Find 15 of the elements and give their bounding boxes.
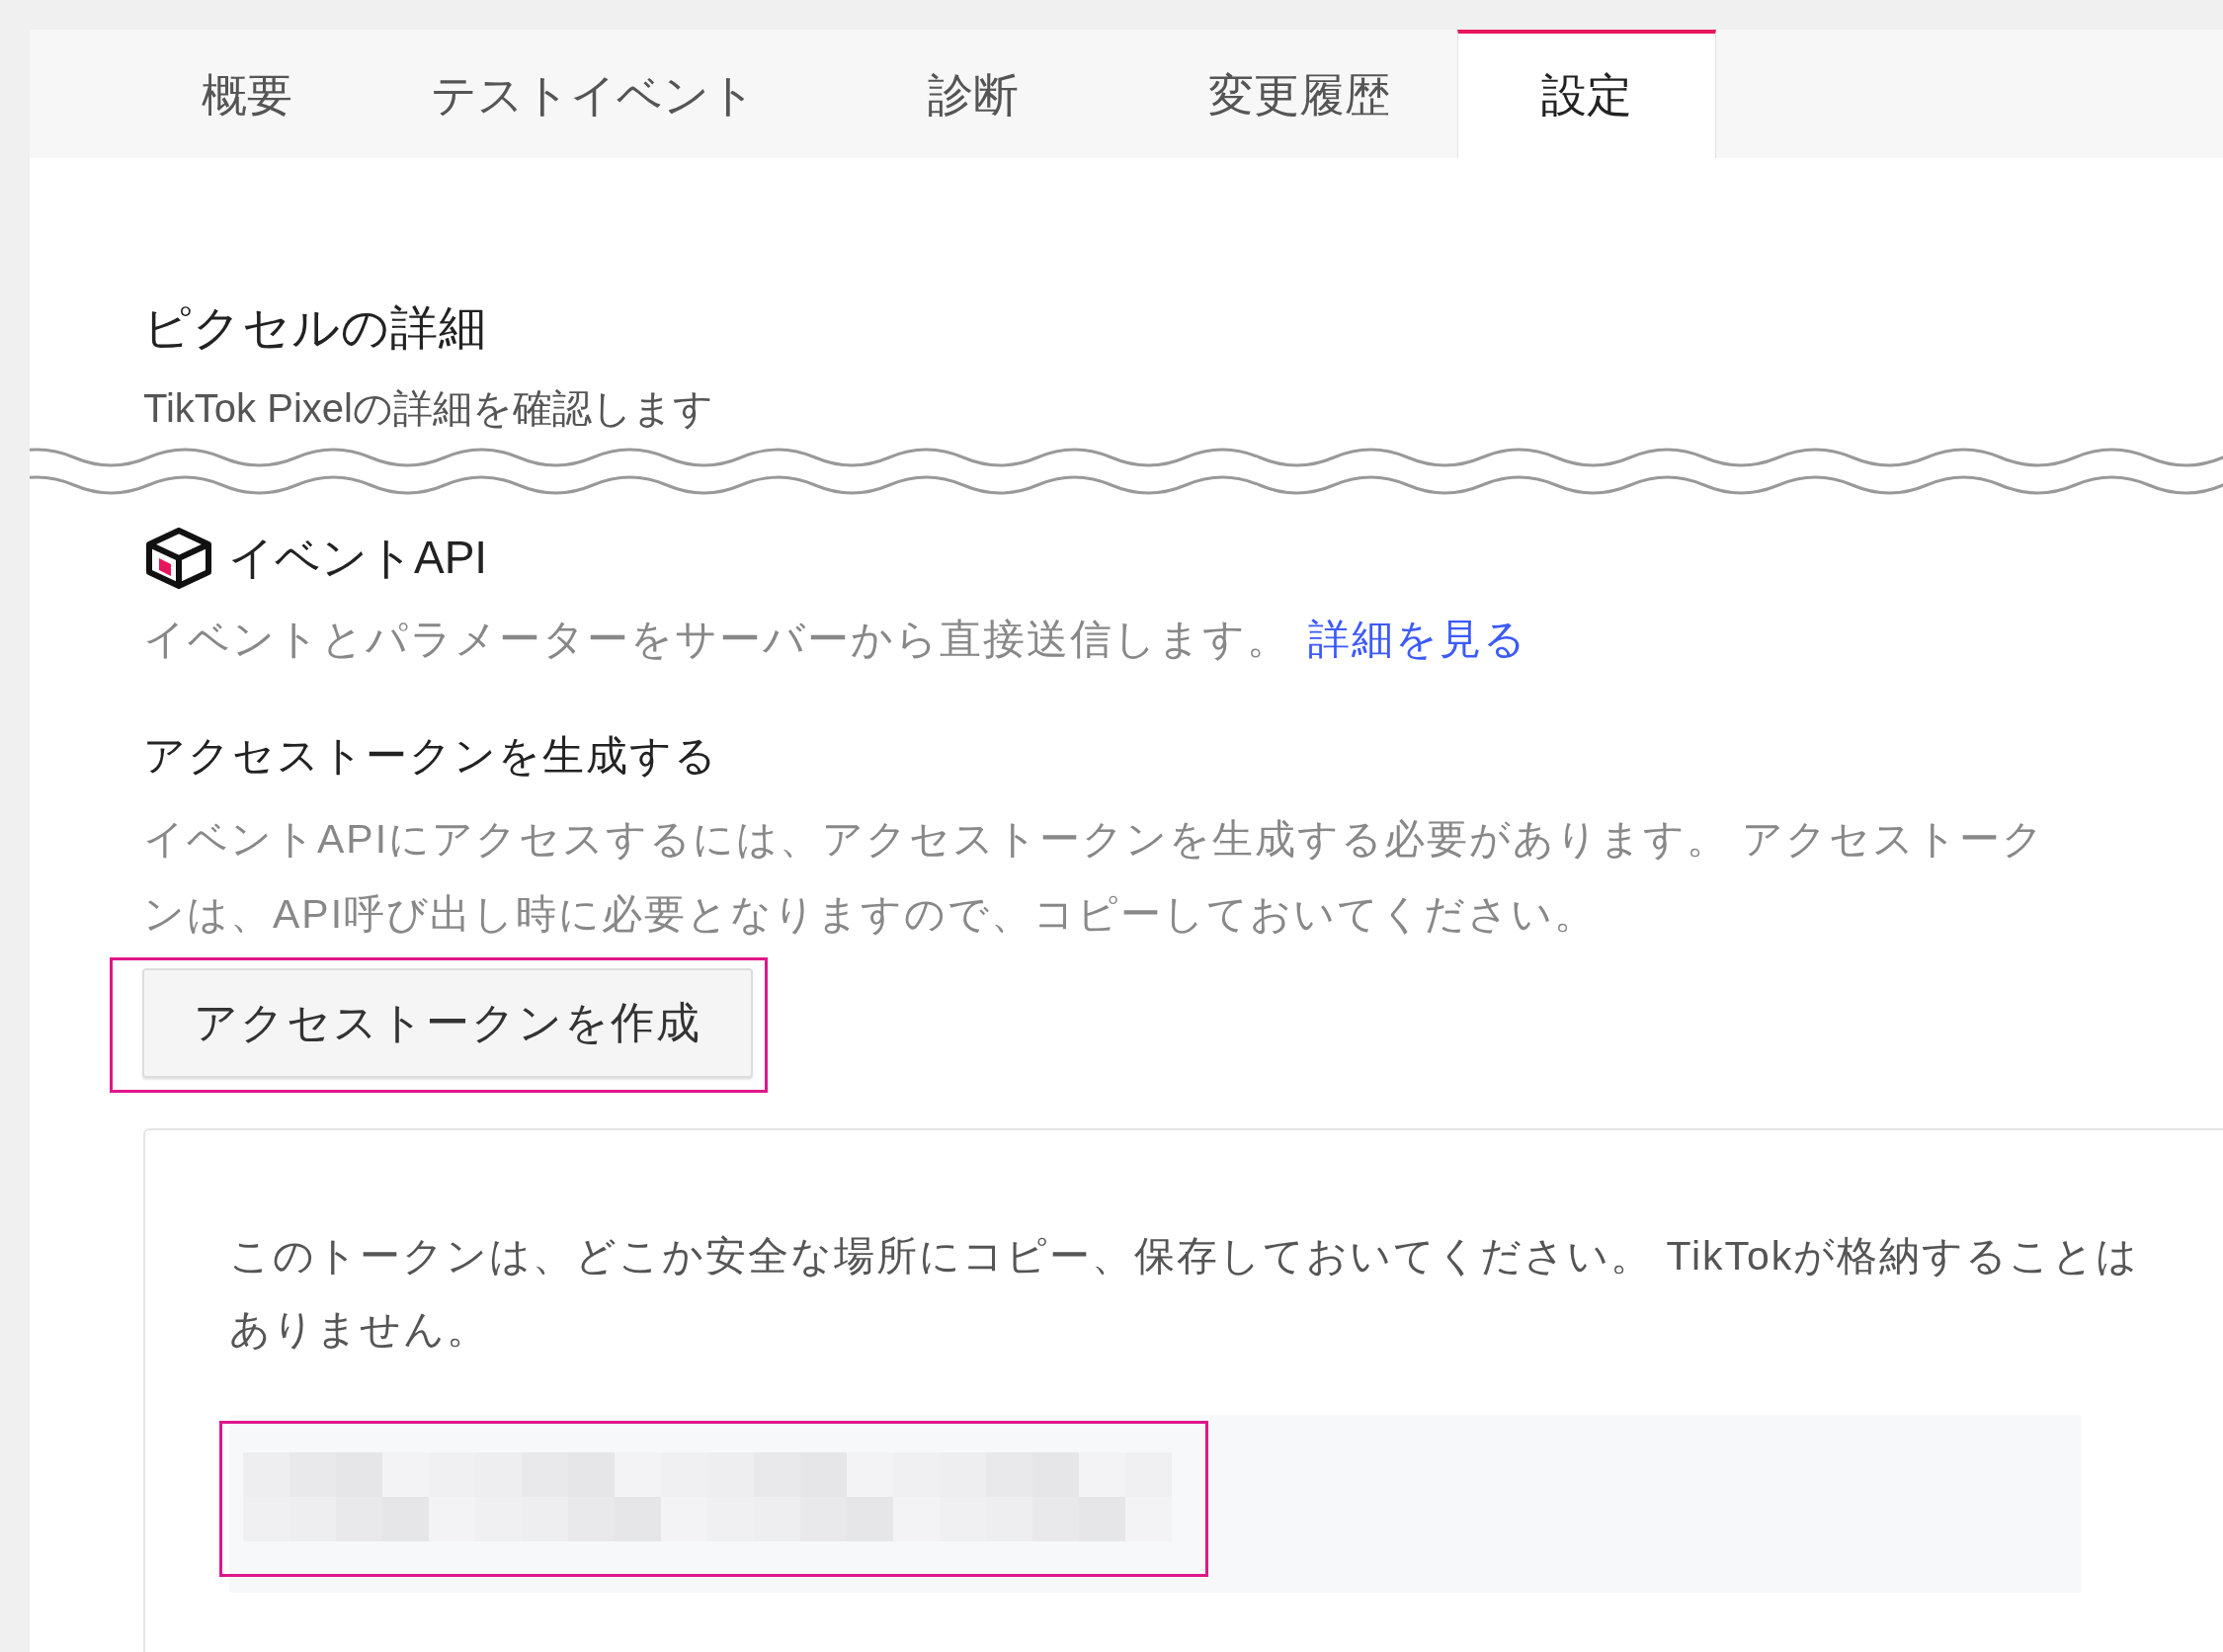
tab[interactable]: テストイベント <box>380 30 805 158</box>
tab[interactable]: 変更履歴 <box>1141 30 1457 158</box>
description-text: イベントとパラメーターをサーバーから直接送信します。 詳細を見る <box>143 615 1528 664</box>
section-title: ピクセルの詳細 <box>143 300 488 356</box>
notice-text: このトークンは、どこか安全な場所にコピー、保存しておいてください。 TikTokが格納することはありません。 <box>229 1232 2141 1354</box>
description-text: イベントAPIにアクセスするには、アクセストークンを生成する必要があります。 アクセストークンは、API呼び出し時に必要となりますので、コピーしておいてください。 <box>143 815 2047 939</box>
subsection-title: アクセストークンを生成する <box>143 731 719 781</box>
tab[interactable]: 設定 <box>1457 30 1716 158</box>
tab[interactable]: 概要 <box>114 30 380 158</box>
cube-icon <box>143 527 214 590</box>
tab[interactable]: 診断 <box>805 30 1141 158</box>
learn-more-link[interactable]: 詳細を見る <box>1308 616 1527 662</box>
section-title: イベントAPI <box>228 531 488 585</box>
create-token-button[interactable]: アクセストークンを作成 <box>142 968 753 1078</box>
section-subtitle: TikTok Pixelの詳細を確認します <box>143 385 714 432</box>
